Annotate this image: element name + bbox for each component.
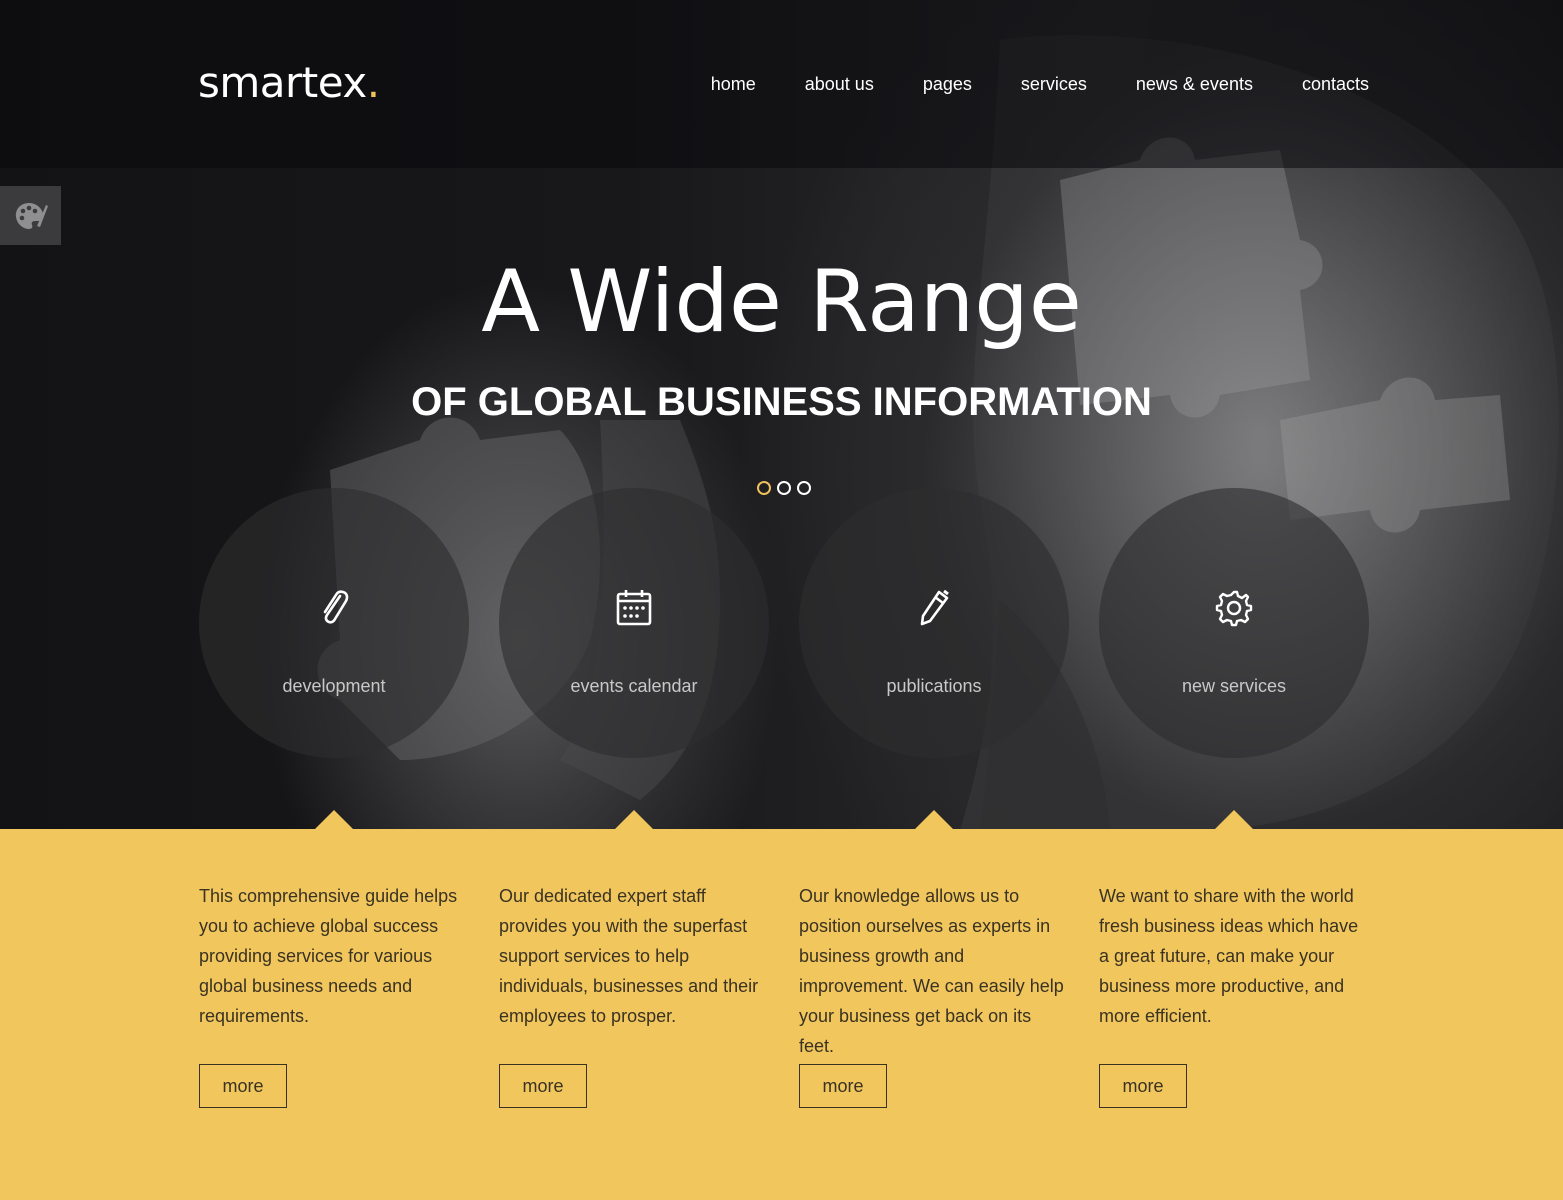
- more-button[interactable]: more: [799, 1064, 887, 1108]
- nav-contacts[interactable]: contacts: [1302, 74, 1369, 95]
- feature-description: Our knowledge allows us to position ours…: [799, 886, 1064, 1056]
- logo-text: smartex: [198, 58, 367, 107]
- feature-events-calendar: Our dedicated expert staff provides you …: [499, 881, 771, 1031]
- service-circle-events-calendar[interactable]: events calendar: [499, 488, 769, 758]
- gear-icon: [1214, 588, 1254, 628]
- service-circle-development[interactable]: development: [199, 488, 469, 758]
- hero-subtitle: OF GLOBAL BUSINESS INFORMATION: [411, 380, 1152, 424]
- nav-home[interactable]: home: [711, 74, 756, 95]
- logo-dot: .: [366, 58, 380, 107]
- palette-icon: [15, 202, 48, 229]
- slider-dot-2[interactable]: [777, 481, 791, 495]
- service-circle-new-services[interactable]: new services: [1099, 488, 1369, 758]
- site-logo[interactable]: smartex.: [198, 58, 380, 107]
- slider-dot-1[interactable]: [757, 481, 771, 495]
- service-circle-publications[interactable]: publications: [799, 488, 1069, 758]
- more-button[interactable]: more: [1099, 1064, 1187, 1108]
- service-label: events calendar: [570, 676, 698, 696]
- calendar-icon: [614, 588, 654, 628]
- more-button[interactable]: more: [499, 1064, 587, 1108]
- band-pointer: [914, 810, 954, 830]
- main-nav: home about us pages services news & even…: [711, 74, 1369, 95]
- feature-new-services: We want to share with the world fresh bu…: [1099, 881, 1371, 1031]
- service-label: development: [282, 676, 386, 696]
- feature-description: This comprehensive guide helps you to ac…: [199, 886, 458, 1026]
- band-pointer: [1214, 810, 1254, 830]
- slider-dots: [757, 481, 811, 495]
- service-label: publications: [886, 676, 982, 696]
- feature-description: Our dedicated expert staff provides you …: [499, 886, 759, 1026]
- slider-dot-3[interactable]: [797, 481, 811, 495]
- paperclip-icon: [314, 588, 354, 628]
- nav-about-us[interactable]: about us: [805, 74, 874, 95]
- pencil-icon: [914, 588, 954, 628]
- site-header: smartex. home about us pages services ne…: [0, 0, 1563, 168]
- feature-development: This comprehensive guide helps you to ac…: [199, 881, 471, 1031]
- more-button[interactable]: more: [199, 1064, 287, 1108]
- style-switcher-tab[interactable]: [0, 186, 61, 245]
- service-label: new services: [1181, 676, 1287, 696]
- nav-news-events[interactable]: news & events: [1136, 74, 1253, 95]
- feature-publications: Our knowledge allows us to position ours…: [799, 881, 1071, 1061]
- feature-description: We want to share with the world fresh bu…: [1099, 886, 1359, 1026]
- nav-services[interactable]: services: [1021, 74, 1087, 95]
- nav-pages[interactable]: pages: [923, 74, 972, 95]
- hero-title: A Wide Range: [481, 252, 1082, 352]
- band-pointer: [614, 810, 654, 830]
- band-pointer: [314, 810, 354, 830]
